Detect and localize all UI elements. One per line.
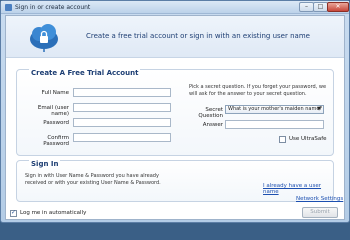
full-name-field[interactable] [73,88,171,97]
password-field[interactable] [73,118,171,127]
existing-user-link[interactable]: I already have a user name [263,183,333,195]
email-field[interactable] [73,103,171,112]
chevron-down-icon: ▼ [317,106,321,112]
secret-question-label: Secret Question [198,107,223,119]
log-me-in-label: Log me in automatically [20,210,87,216]
secret-question-select[interactable]: What is your mother's maiden name? ▼ [225,105,324,114]
header-text: Create a free trial account or sign in w… [86,32,310,40]
log-me-in-checkbox[interactable] [10,209,17,217]
window-title: Sign in or create account [15,4,91,11]
ultrasafe-label: Use UltraSafe [289,136,327,142]
secret-question-note: Pick a secret question. If you forget yo… [189,84,327,97]
ultrasafe-checkbox[interactable] [279,136,286,143]
minimize-button[interactable]: – [299,2,314,12]
sign-in-window: Sign in or create account – □ ✕ Create a… [0,0,350,223]
trial-account-panel: Create A Free Trial Account Full Name Em… [16,69,334,156]
header-banner: Create a free trial account or sign in w… [6,16,344,58]
confirm-password-field[interactable] [73,133,171,142]
network-settings-link[interactable]: Network Settings [296,196,343,202]
sign-in-panel-title: Sign In [29,160,61,168]
secret-question-value: What is your mother's maiden name? [228,106,323,112]
full-name-label: Full Name [41,90,69,96]
app-icon [5,4,12,11]
trial-panel-title: Create A Free Trial Account [29,69,141,77]
dialog-body: Create a free trial account or sign in w… [5,15,345,220]
close-button[interactable]: ✕ [327,2,349,12]
sign-in-note: Sign in with User Name & Password you ha… [25,173,161,186]
cloud-lock-icon [30,24,58,52]
email-label: Email (user name) [37,105,69,117]
maximize-button[interactable]: □ [313,2,328,12]
sign-in-panel: Sign In Sign in with User Name & Passwor… [16,160,334,202]
answer-label: Answer [202,122,223,128]
password-label: Password [43,120,69,126]
answer-field[interactable] [225,120,324,129]
confirm-password-label: Confirm Password [43,135,69,147]
submit-button[interactable]: Submit [302,207,338,218]
title-bar: Sign in or create account – □ ✕ [1,1,349,14]
